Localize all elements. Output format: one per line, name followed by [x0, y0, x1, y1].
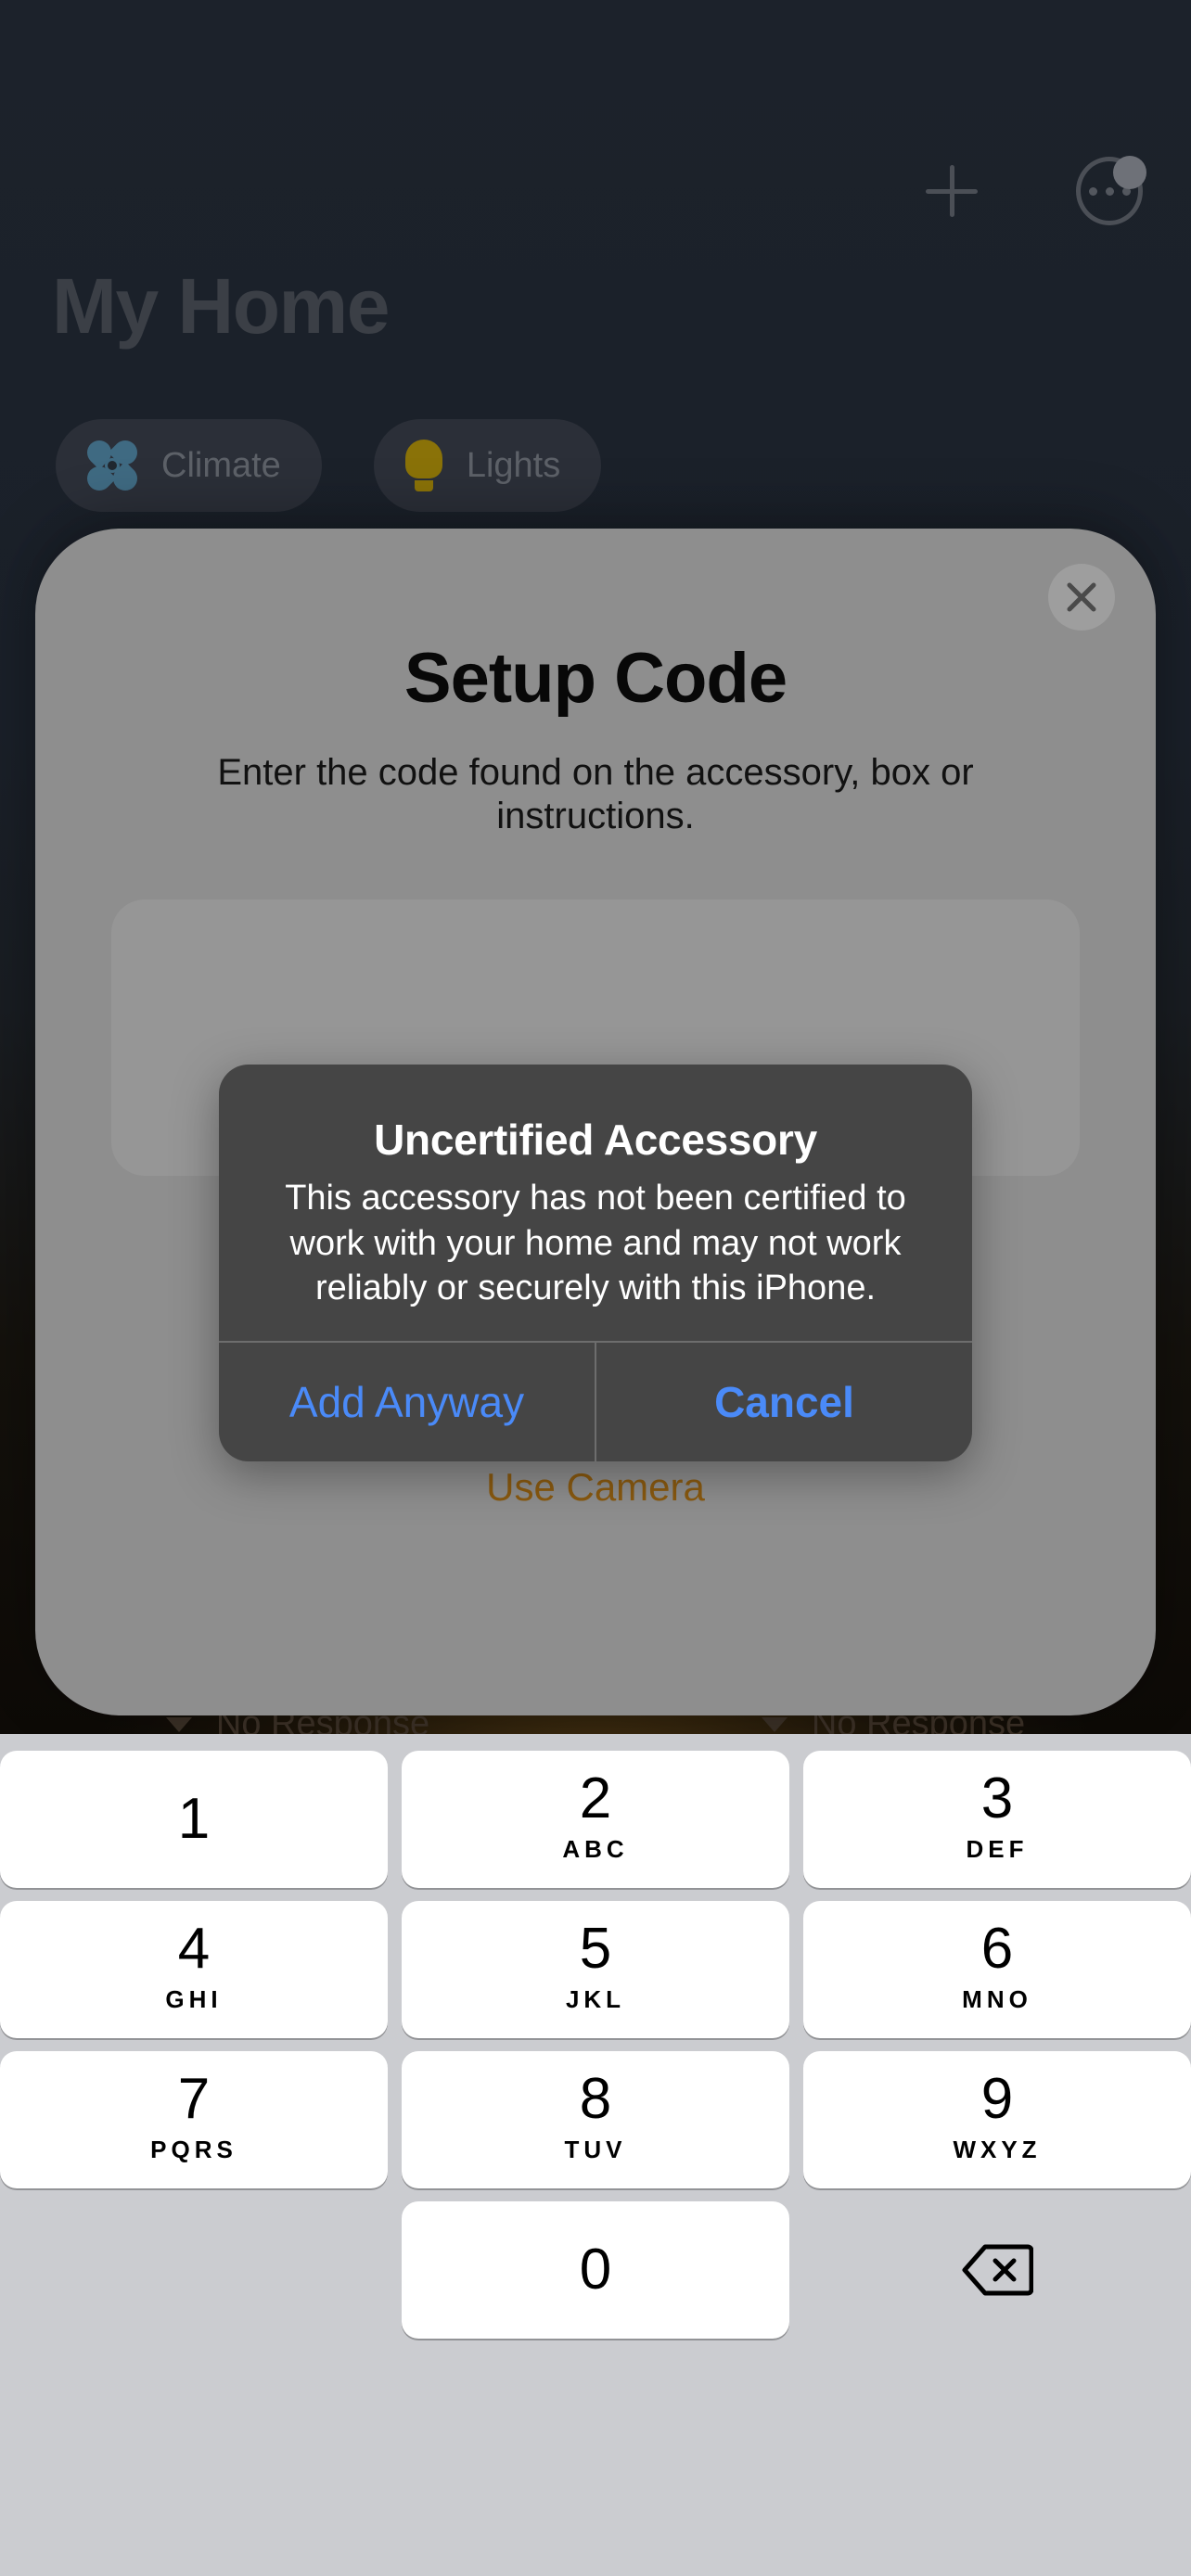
fan-icon	[82, 435, 143, 496]
close-icon	[1067, 582, 1096, 612]
key-number: 8	[579, 2066, 612, 2131]
category-pill-climate[interactable]: Climate	[56, 419, 322, 512]
key-8[interactable]: 8 TUV	[402, 2051, 789, 2188]
delete-key[interactable]	[803, 2201, 1191, 2339]
keypad-row: 7 PQRS 8 TUV 9 WXYZ	[0, 2051, 1191, 2188]
key-letters: GHI	[165, 1984, 223, 2013]
use-camera-button[interactable]: Use Camera	[35, 1465, 1156, 1510]
key-number: 7	[177, 2066, 211, 2131]
key-letters: WXYZ	[953, 2135, 1042, 2163]
add-accessory-button[interactable]	[918, 158, 985, 224]
cancel-button[interactable]: Cancel	[595, 1342, 972, 1461]
key-letters: ABC	[562, 1834, 629, 1863]
key-number: 4	[177, 1916, 211, 1981]
alert-body: Uncertified Accessory This accessory has…	[219, 1065, 972, 1341]
keypad-spacer	[0, 2201, 388, 2339]
page-title: Setup Code	[403, 639, 788, 718]
key-letters: PQRS	[150, 2135, 237, 2163]
key-number: 5	[579, 1916, 612, 1981]
key-7[interactable]: 7 PQRS	[0, 2051, 388, 2188]
key-9[interactable]: 9 WXYZ	[803, 2051, 1191, 2188]
close-button[interactable]	[1048, 564, 1115, 631]
ellipsis-dot	[1105, 186, 1114, 196]
home-nav-icons	[918, 156, 1146, 225]
keypad-row: 0	[0, 2201, 1191, 2339]
chevron-down-icon	[165, 1716, 192, 1732]
sheet-subtitle: Enter the code found on the accessory, b…	[217, 752, 974, 837]
key-number: 3	[980, 1766, 1014, 1830]
keypad-row: 4 GHI 5 JKL 6 MNO	[0, 1901, 1191, 2038]
key-letters: TUV	[564, 2135, 627, 2163]
key-0[interactable]: 0	[402, 2201, 789, 2339]
lightbulb-icon	[404, 440, 442, 491]
key-letters: MNO	[962, 1984, 1032, 2013]
key-1[interactable]: 1	[0, 1751, 388, 1888]
ellipsis-dot	[1088, 186, 1097, 196]
alert-title: Uncertified Accessory	[374, 1116, 817, 1164]
keypad-row: 1 2 ABC 3 DEF	[0, 1734, 1191, 1888]
category-pill-lights[interactable]: Lights	[373, 419, 602, 512]
alert-message: This accessory has not been certified to…	[285, 1179, 906, 1308]
key-2[interactable]: 2 ABC	[402, 1751, 789, 1888]
key-3[interactable]: 3 DEF	[803, 1751, 1191, 1888]
key-letters: JKL	[565, 1984, 626, 2013]
category-pill-label: Climate	[161, 445, 281, 485]
alert-actions: Add Anyway Cancel	[219, 1340, 972, 1461]
category-pill-list: Climate Lights	[56, 419, 602, 512]
key-number: 0	[579, 2238, 612, 2302]
key-number: 2	[579, 1766, 612, 1830]
page-title: My Home	[52, 262, 390, 350]
backspace-icon	[962, 2244, 1033, 2296]
plus-icon-vertical	[949, 165, 954, 217]
category-pill-label: Lights	[466, 445, 561, 485]
key-6[interactable]: 6 MNO	[803, 1901, 1191, 2038]
more-options-button[interactable]	[1076, 156, 1146, 225]
notification-badge	[1113, 156, 1146, 189]
key-number: 1	[177, 1787, 211, 1851]
numeric-keypad: 1 2 ABC 3 DEF 4 GHI 5 JKL 6 MNO 7 PQRS 8…	[0, 1734, 1191, 2576]
add-anyway-button[interactable]: Add Anyway	[219, 1343, 595, 1461]
uncertified-accessory-alert: Uncertified Accessory This accessory has…	[219, 1065, 972, 1461]
key-number: 6	[980, 1916, 1014, 1981]
key-number: 9	[980, 2066, 1014, 2131]
key-4[interactable]: 4 GHI	[0, 1901, 388, 2038]
chevron-down-icon	[761, 1716, 788, 1732]
key-5[interactable]: 5 JKL	[402, 1901, 789, 2038]
key-letters: DEF	[966, 1834, 1029, 1863]
